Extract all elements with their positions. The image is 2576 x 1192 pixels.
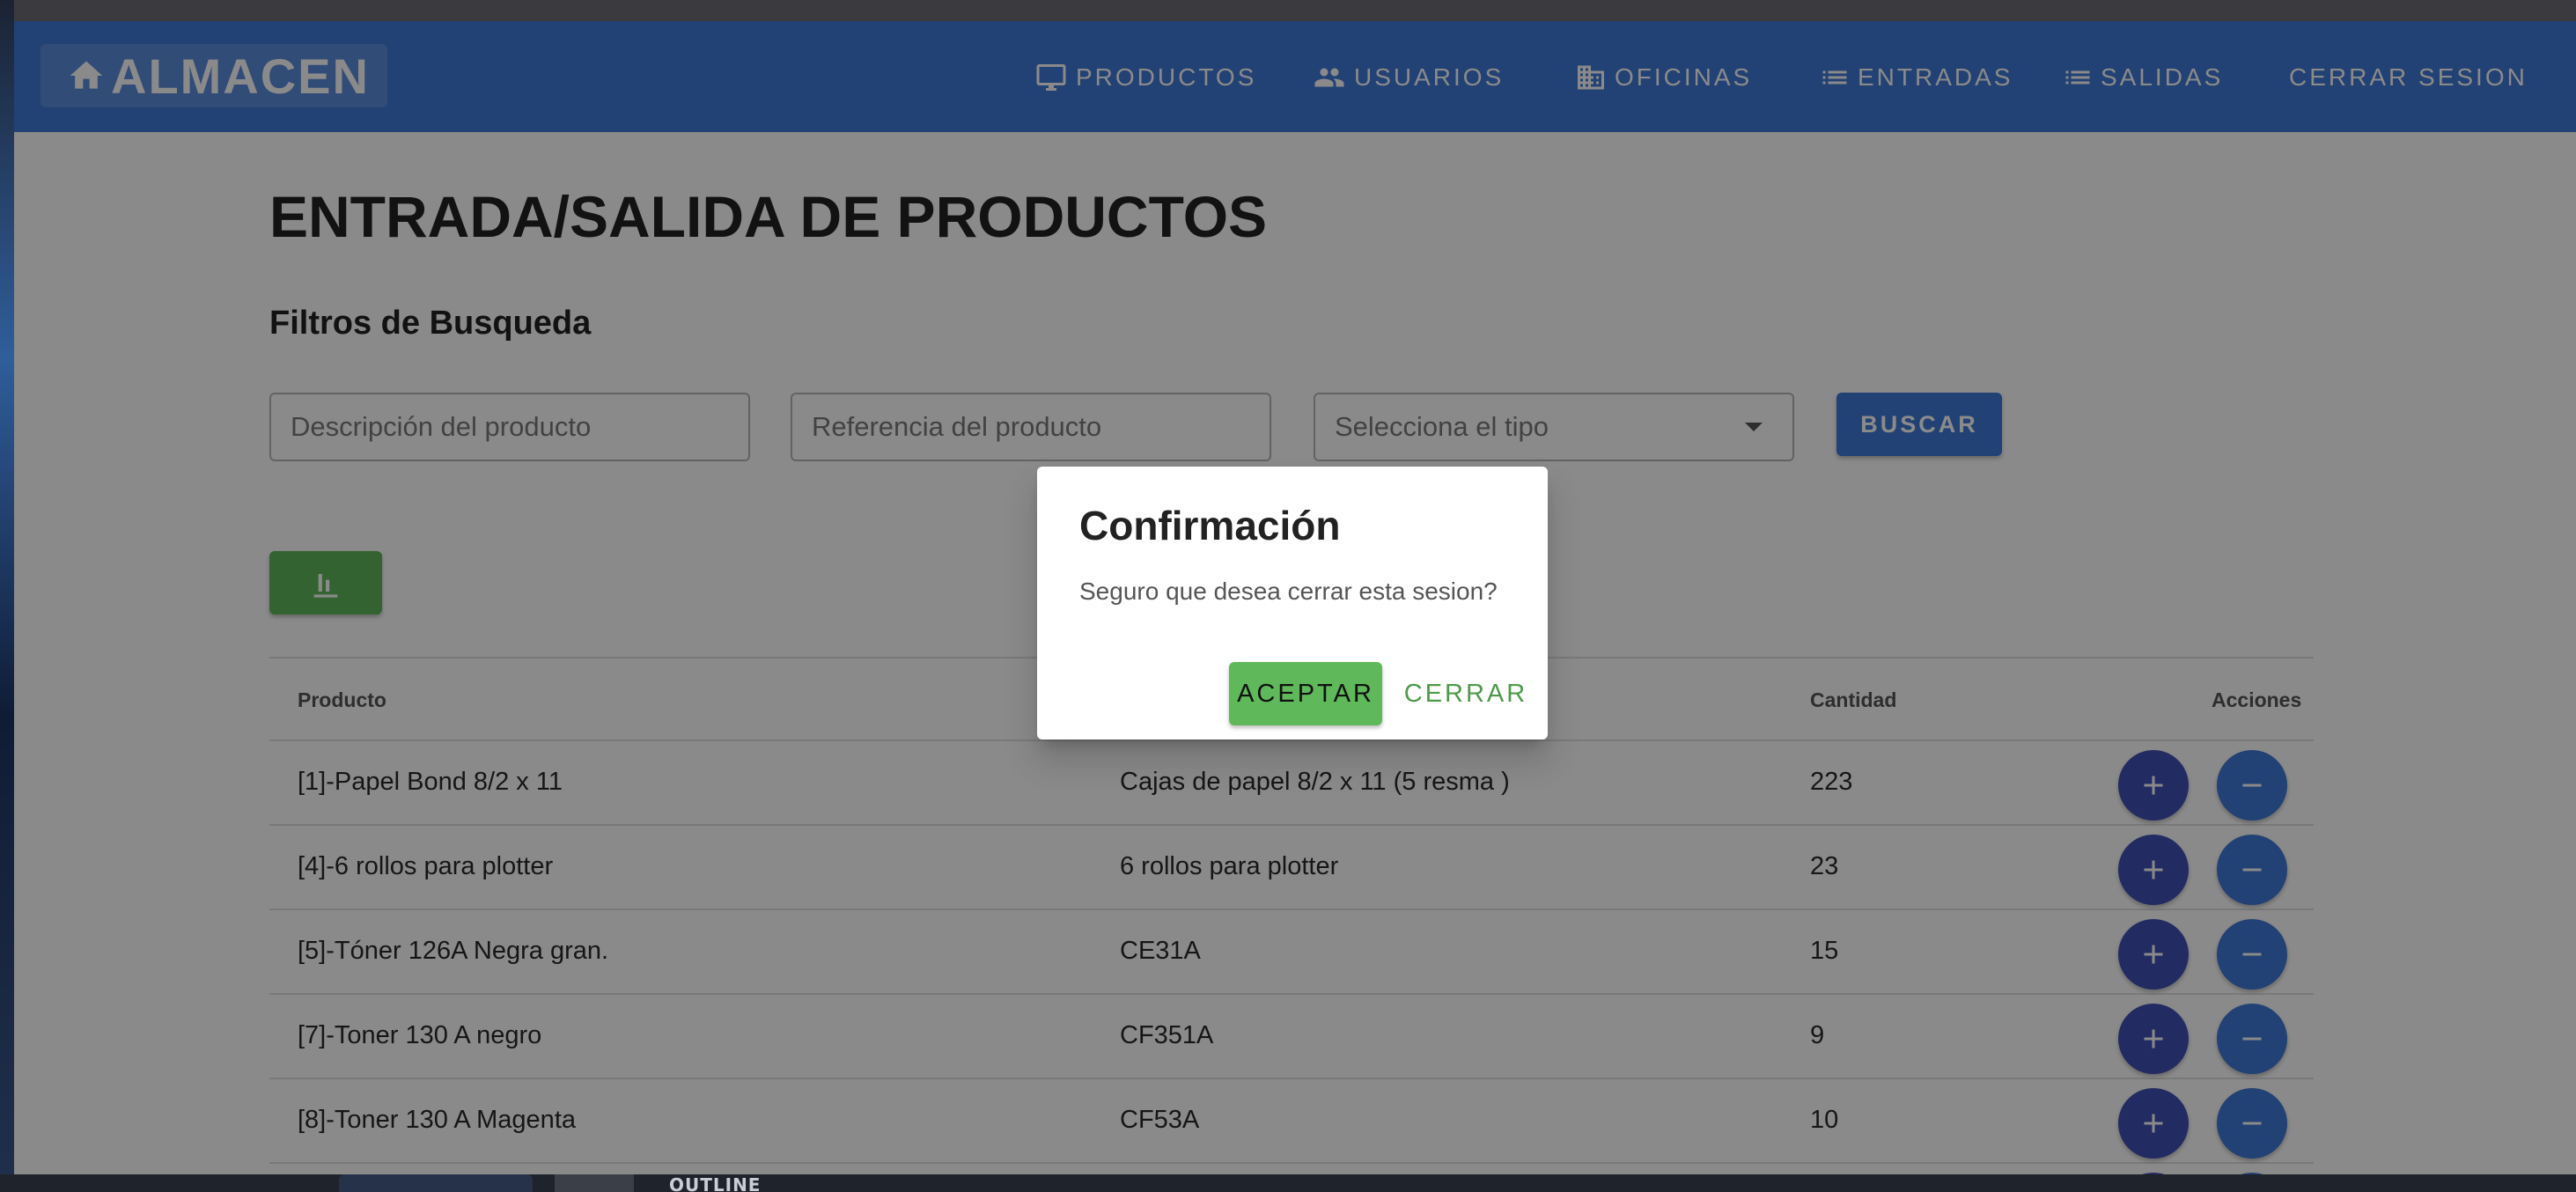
desktop-taskbar-peek: OUTLINE (0, 1174, 2576, 1192)
accept-button[interactable]: ACEPTAR (1229, 662, 1382, 725)
desktop-background (0, 0, 14, 1192)
app-window: ALMACEN PRODUCTOS USUARIOS OFICINAS ENTR… (14, 21, 2576, 1174)
desktop-thumbnail (555, 1174, 634, 1192)
dialog-message: Seguro que desea cerrar esta sesion? (1079, 578, 1498, 605)
dialog-title: Confirmación (1079, 503, 1341, 548)
close-button[interactable]: CERRAR (1400, 662, 1532, 725)
outline-label: OUTLINE (669, 1174, 762, 1192)
browser-top-bar (0, 0, 2576, 21)
desktop-thumbnail (339, 1174, 533, 1192)
confirmation-dialog: Confirmación Seguro que desea cerrar est… (1037, 467, 1548, 739)
